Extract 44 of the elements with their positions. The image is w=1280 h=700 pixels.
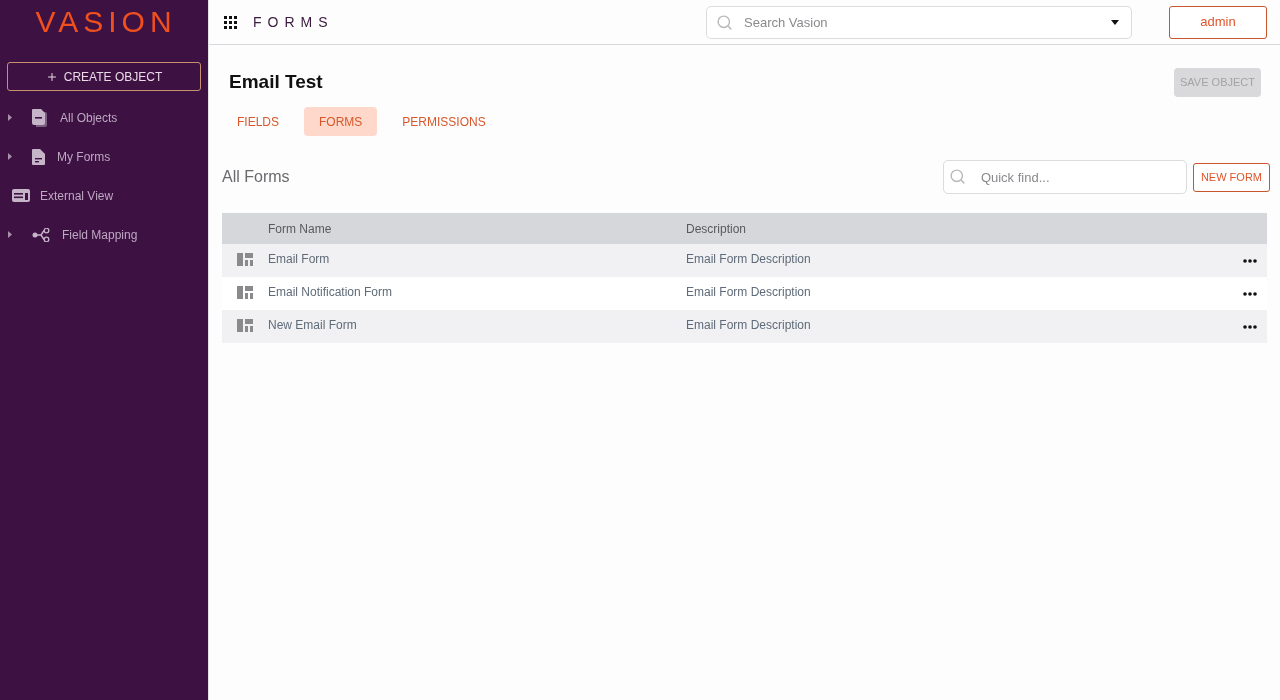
column-header[interactable]: Form Name <box>268 219 686 238</box>
search-icon <box>948 168 966 185</box>
more-options-icon[interactable] <box>1243 259 1257 263</box>
table-row[interactable]: Email Form Email Form Description <box>222 244 1267 277</box>
column-header[interactable]: Description <box>686 219 1227 238</box>
page-title: Email Test <box>229 70 323 95</box>
caret-right-icon[interactable] <box>8 114 12 121</box>
form-name-cell-text: New Email Form <box>268 317 358 334</box>
apps-grid-icon[interactable] <box>224 15 237 29</box>
description-cell-text: Email Form Description <box>686 284 812 301</box>
more-options-icon[interactable] <box>1243 292 1257 296</box>
create-object-button[interactable]: CREATE OBJECT <box>7 62 201 91</box>
window-icon <box>12 189 30 202</box>
documents-icon <box>32 108 48 127</box>
layout-icon <box>237 253 253 266</box>
dropdown-caret-icon[interactable] <box>1111 19 1119 25</box>
sidebar-item[interactable]: Field Mapping <box>32 225 138 244</box>
table-row[interactable]: New Email Form Email Form Description <box>222 310 1267 343</box>
quick-find-field[interactable]: Quick find... <box>942 160 1187 194</box>
caret-right-icon[interactable] <box>8 153 12 160</box>
app-title: FORMS <box>253 12 334 32</box>
sidebar-item[interactable]: All Objects <box>32 108 118 127</box>
form-name-cell-text: Email Notification Form <box>268 284 394 301</box>
form-name-cell-text: Email Form <box>268 251 331 268</box>
logo[interactable]: VASION <box>35 7 177 37</box>
connection-nodes-icon <box>32 227 50 242</box>
search-icon <box>716 13 733 31</box>
user-button[interactable]: admin <box>1169 5 1267 39</box>
section-title: All Forms <box>222 167 290 187</box>
description-cell-text: Email Form Description <box>686 251 812 268</box>
new-form-button[interactable]: NEW FORM <box>1192 162 1270 192</box>
more-options-icon[interactable] <box>1243 325 1257 329</box>
description-cell-text: Email Form Description <box>686 317 812 334</box>
sidebar-item[interactable]: My Forms <box>32 147 111 166</box>
plus-icon <box>45 70 58 83</box>
tab[interactable]: FORMS <box>304 107 378 136</box>
layout-icon <box>237 319 253 332</box>
search-field[interactable]: Search Vasion <box>706 5 1132 39</box>
sidebar-item[interactable]: External View <box>12 186 114 205</box>
caret-right-icon[interactable] <box>8 231 12 238</box>
tab[interactable]: FIELDS <box>222 107 294 136</box>
layout-icon <box>237 286 253 299</box>
document-icon <box>32 148 45 165</box>
tab[interactable]: PERMISSIONS <box>387 107 501 136</box>
